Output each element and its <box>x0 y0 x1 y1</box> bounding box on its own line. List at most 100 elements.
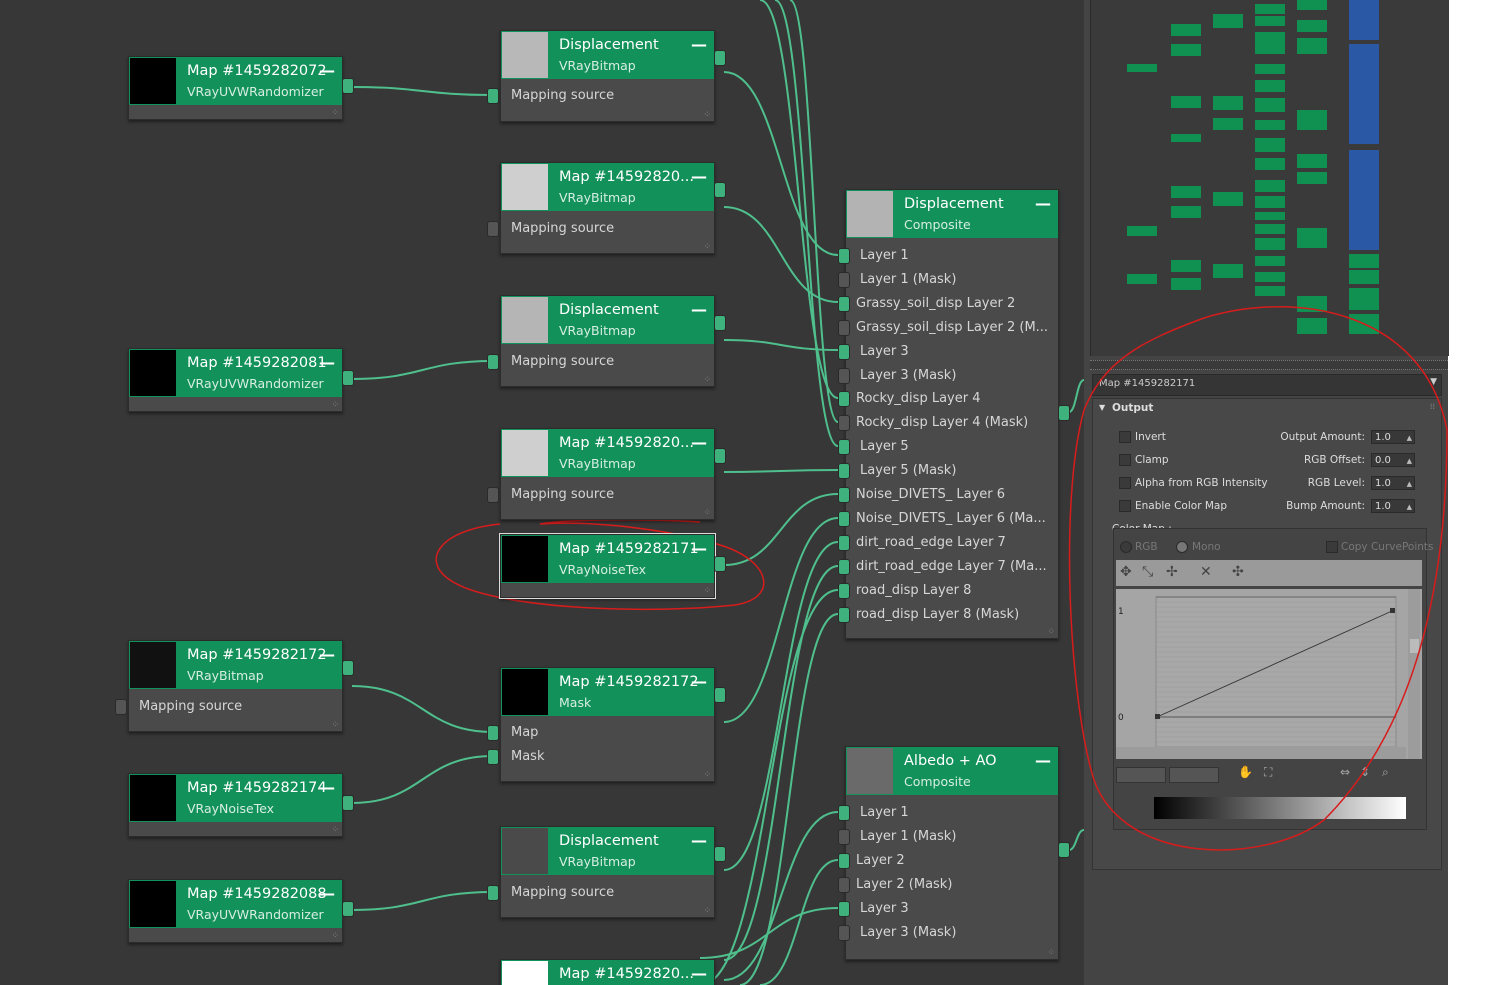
resize-grip-icon[interactable]: ⁘ <box>703 587 711 596</box>
resize-grip-icon[interactable]: ⁘ <box>703 243 711 252</box>
node-header[interactable]: Displacement VRayBitmap — <box>501 31 714 79</box>
input-socket[interactable] <box>838 367 850 384</box>
collapse-icon[interactable]: — <box>691 539 707 558</box>
noisetex-node[interactable]: Map #1459282174 VRayNoiseTex — ⁘ <box>128 773 343 837</box>
input-socket[interactable] <box>838 248 850 264</box>
node-header[interactable]: Displacement VRayBitmap — <box>501 296 714 344</box>
collapse-icon[interactable]: — <box>691 433 707 452</box>
resize-grip-icon[interactable]: ⁘ <box>331 932 339 941</box>
resize-grip-icon[interactable]: ⁘ <box>703 111 711 120</box>
input-socket[interactable] <box>838 295 850 312</box>
collapse-icon[interactable]: — <box>319 645 335 664</box>
collapse-icon[interactable]: — <box>691 35 707 54</box>
input-socket[interactable] <box>838 582 850 599</box>
node-header[interactable]: Map #1459282081 VRayUVWRandomizer — <box>129 349 342 397</box>
input-socket[interactable] <box>838 924 850 941</box>
input-socket[interactable] <box>487 725 499 741</box>
output-socket[interactable] <box>714 315 726 331</box>
node-header[interactable]: Map #1459282088 VRayUVWRandomizer — <box>129 880 342 928</box>
output-socket[interactable] <box>714 448 726 464</box>
collapse-icon[interactable]: — <box>691 672 707 691</box>
node-header[interactable]: Map #1459282172 VRayBitmap — <box>129 641 342 689</box>
collapse-icon[interactable]: — <box>691 831 707 850</box>
node-header[interactable]: Map #14592820... VRayBitmap — <box>501 429 714 477</box>
input-socket[interactable] <box>838 463 850 480</box>
collapse-icon[interactable]: — <box>1035 194 1051 213</box>
node-header[interactable]: Map #1459282072 VRayUVWRandomizer — <box>129 57 342 105</box>
resize-grip-icon[interactable]: ⁘ <box>703 376 711 385</box>
input-socket[interactable] <box>115 699 127 715</box>
bitmap-node[interactable]: Map #14592820... — ⁘ <box>500 959 715 985</box>
input-socket[interactable] <box>838 534 850 551</box>
collapse-icon[interactable]: — <box>691 964 707 983</box>
input-socket[interactable] <box>838 558 850 575</box>
input-socket[interactable] <box>838 271 850 288</box>
node-header[interactable]: Map #14592820... — <box>501 960 714 985</box>
resize-grip-icon[interactable]: ⁘ <box>703 907 711 916</box>
collapse-icon[interactable]: — <box>319 353 335 372</box>
output-socket[interactable] <box>714 50 726 66</box>
bitmap-node[interactable]: Map #14592820... VRayBitmap — ⁘ Mapping s… <box>500 162 715 254</box>
output-socket[interactable] <box>714 846 726 862</box>
uvw-randomizer-node[interactable]: Map #1459282088 VRayUVWRandomizer — ⁘ <box>128 879 343 943</box>
node-header[interactable]: Map #1459282171 VRayNoiseTex — <box>501 535 714 583</box>
collapse-icon[interactable]: — <box>319 778 335 797</box>
input-socket[interactable] <box>838 319 850 336</box>
resize-grip-icon[interactable]: ⁘ <box>1047 949 1055 958</box>
collapse-icon[interactable]: — <box>1035 751 1051 770</box>
input-socket[interactable] <box>838 900 850 917</box>
input-socket[interactable] <box>838 439 850 456</box>
bitmap-node[interactable]: Map #1459282172 VRayBitmap — ⁘ Mapping so… <box>128 640 343 732</box>
resize-grip-icon[interactable]: ⁘ <box>331 721 339 730</box>
output-socket[interactable] <box>342 901 354 917</box>
output-socket[interactable] <box>342 78 354 94</box>
resize-grip-icon[interactable]: ⁘ <box>703 771 711 780</box>
input-socket[interactable] <box>487 885 499 901</box>
mask-node[interactable]: Map #1459282172 Mask — ⁘ Map Mask <box>500 667 715 782</box>
resize-grip-icon[interactable]: ⁘ <box>331 109 339 118</box>
input-socket[interactable] <box>838 828 850 845</box>
resize-grip-icon[interactable]: ⁘ <box>1047 628 1055 637</box>
input-socket[interactable] <box>487 354 499 370</box>
resize-grip-icon[interactable]: ⁘ <box>331 401 339 410</box>
input-socket[interactable] <box>487 88 499 104</box>
bitmap-node[interactable]: Map #14592820... VRayBitmap — ⁘ Mapping s… <box>500 428 715 520</box>
collapse-icon[interactable]: — <box>691 167 707 186</box>
node-header[interactable]: Displacement VRayBitmap — <box>501 827 714 875</box>
resize-grip-icon[interactable]: ⁘ <box>703 509 711 518</box>
input-socket[interactable] <box>487 487 499 503</box>
node-header[interactable]: Albedo + AO Composite — <box>846 747 1058 795</box>
displacement-bitmap-node[interactable]: Displacement VRayBitmap — ⁘ Mapping sourc… <box>500 826 715 918</box>
node-header[interactable]: Map #1459282174 VRayNoiseTex — <box>129 774 342 822</box>
noisetex-node[interactable]: Map #1459282171 VRayNoiseTex — ⁘ <box>499 533 716 599</box>
collapse-icon[interactable]: — <box>319 884 335 903</box>
input-socket[interactable] <box>838 487 850 503</box>
collapse-icon[interactable]: — <box>691 300 707 319</box>
uvw-randomizer-node[interactable]: Map #1459282072 VRayUVWRandomizer — ⁘ <box>128 56 343 120</box>
output-socket[interactable] <box>714 687 726 703</box>
node-editor-canvas[interactable]: Map #1459282072 VRayUVWRandomizer — ⁘ Di… <box>0 0 1084 985</box>
node-header[interactable]: Map #14592820... VRayBitmap — <box>501 163 714 211</box>
input-socket[interactable] <box>487 749 499 765</box>
input-socket[interactable] <box>838 510 850 527</box>
input-socket[interactable] <box>838 415 850 432</box>
input-socket[interactable] <box>838 343 850 360</box>
uvw-randomizer-node[interactable]: Map #1459282081 VRayUVWRandomizer — ⁘ <box>128 348 343 412</box>
input-socket[interactable] <box>838 606 850 623</box>
output-socket[interactable] <box>342 660 354 676</box>
input-socket[interactable] <box>838 391 850 408</box>
output-socket[interactable] <box>342 795 354 811</box>
output-socket[interactable] <box>342 370 354 386</box>
displacement-bitmap-node[interactable]: Displacement VRayBitmap — ⁘ Mapping sourc… <box>500 295 715 387</box>
displacement-composite-node[interactable]: Displacement Composite — ⁘ Layer 1 Layer 1… <box>845 189 1059 639</box>
input-socket[interactable] <box>838 852 850 869</box>
resize-grip-icon[interactable]: ⁘ <box>331 826 339 835</box>
input-socket[interactable] <box>838 805 850 821</box>
output-socket[interactable] <box>714 556 726 572</box>
input-socket[interactable] <box>838 876 850 893</box>
output-socket[interactable] <box>714 182 726 198</box>
node-header[interactable]: Displacement Composite — <box>846 190 1058 238</box>
displacement-bitmap-node[interactable]: Displacement VRayBitmap — ⁘ Mapping sourc… <box>500 30 715 122</box>
input-socket[interactable] <box>487 221 499 237</box>
albedo-ao-composite-node[interactable]: Albedo + AO Composite — ⁘ Layer 1 Layer 1 … <box>845 746 1059 960</box>
